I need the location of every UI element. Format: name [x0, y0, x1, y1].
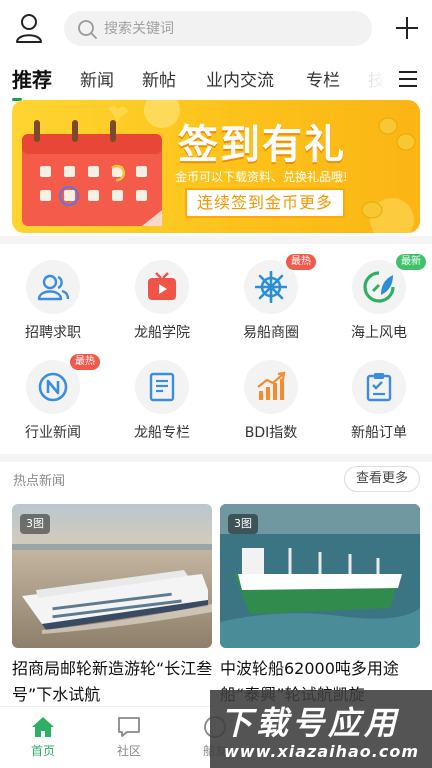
search-icon	[78, 20, 97, 39]
hot-badge: 最热	[286, 254, 316, 270]
hot-news-header: 热点新闻 查看更多	[0, 462, 432, 498]
grid-item-column[interactable]: 龙船专栏	[111, 360, 211, 456]
tab-column[interactable]: 专栏	[306, 66, 340, 91]
tab-new-posts[interactable]: 新帖	[142, 66, 176, 91]
grid-item-new-ship-orders[interactable]: 新船订单	[328, 360, 428, 456]
user-icon[interactable]	[14, 12, 44, 44]
chat-icon	[118, 717, 140, 737]
grid-item-offshore-wind[interactable]: 最新 海上风电	[328, 254, 428, 356]
tv-icon	[148, 272, 176, 300]
plus-icon[interactable]	[395, 16, 419, 40]
bottom-nav-community[interactable]: 社区	[104, 715, 154, 759]
home-icon	[32, 717, 54, 737]
people-icon	[37, 274, 69, 301]
grid-label: 海上风电	[351, 325, 407, 341]
grid-label: 行业新闻	[25, 425, 81, 441]
grid-item-business-circle[interactable]: 最热 易船商圈	[220, 254, 320, 356]
watermark-overlay: 下载号应用 www.xiazaihao.com	[210, 690, 432, 768]
grid-item-industry-news[interactable]: 最热 行业新闻	[2, 354, 102, 456]
section-divider	[0, 454, 432, 462]
bar-chart-icon	[257, 371, 286, 400]
tab-fade-overlay	[350, 58, 390, 102]
compass-n-icon	[38, 372, 68, 402]
watermark-url: www.xiazaihao.com	[224, 742, 419, 761]
grid-label: BDI指数	[244, 425, 298, 441]
icon-circle	[135, 360, 189, 414]
checkin-banner[interactable]: 签到有礼 金币可以下载资料、兑换礼品哦! 连续签到金币更多	[12, 100, 420, 233]
image-count-badge: 3图	[228, 514, 258, 534]
top-bar	[0, 0, 432, 58]
section-divider	[0, 236, 432, 244]
grid-label: 易船商圈	[243, 325, 299, 341]
search-input[interactable]	[104, 11, 354, 46]
bottom-nav-home[interactable]: 首页	[18, 715, 68, 759]
ship-wheel-icon	[255, 271, 287, 303]
search-bar[interactable]	[64, 11, 372, 46]
icon-circle	[135, 260, 189, 314]
document-icon	[149, 372, 175, 402]
grid-label: 新船订单	[351, 425, 407, 441]
image-count-badge: 3图	[20, 514, 50, 534]
clipboard-check-icon	[366, 373, 392, 402]
tab-recommend[interactable]: 推荐	[12, 64, 52, 93]
menu-icon[interactable]	[398, 70, 418, 88]
view-more-button[interactable]: 查看更多	[344, 466, 420, 492]
news-title[interactable]: 招商局邮轮新造游轮“长江叁号”下水试航	[12, 656, 222, 708]
icon-circle	[26, 260, 80, 314]
grid-item-bdi-index[interactable]: BDI指数	[220, 360, 320, 456]
icon-circle	[352, 360, 406, 414]
watermark-main: 下载号应用	[220, 704, 401, 742]
section-title: 热点新闻	[13, 474, 66, 489]
icon-circle	[244, 360, 298, 414]
banner-subtitle: 金币可以下载资料、兑换礼品哦!	[175, 170, 348, 184]
tab-news[interactable]: 新闻	[80, 66, 114, 91]
tab-industry-exchange[interactable]: 业内交流	[206, 66, 274, 91]
bottom-nav-label: 社区	[116, 744, 141, 758]
checkin-button[interactable]: 连续签到金币更多	[185, 188, 346, 218]
category-tabs: 推荐 新闻 新帖 业内交流 专栏 技	[0, 58, 432, 102]
new-badge: 最新	[396, 254, 426, 270]
grid-label: 龙船学院	[134, 325, 190, 341]
hot-badge: 最热	[70, 354, 100, 370]
grid-item-recruitment[interactable]: 招聘求职	[2, 260, 102, 356]
grid-label: 招聘求职	[25, 325, 81, 341]
wind-leaf-icon	[363, 271, 395, 303]
bottom-nav-label: 首页	[30, 744, 55, 758]
grid-label: 龙船专栏	[134, 425, 190, 441]
banner-title: 签到有礼	[178, 122, 346, 168]
grid-item-academy[interactable]: 龙船学院	[111, 260, 211, 356]
